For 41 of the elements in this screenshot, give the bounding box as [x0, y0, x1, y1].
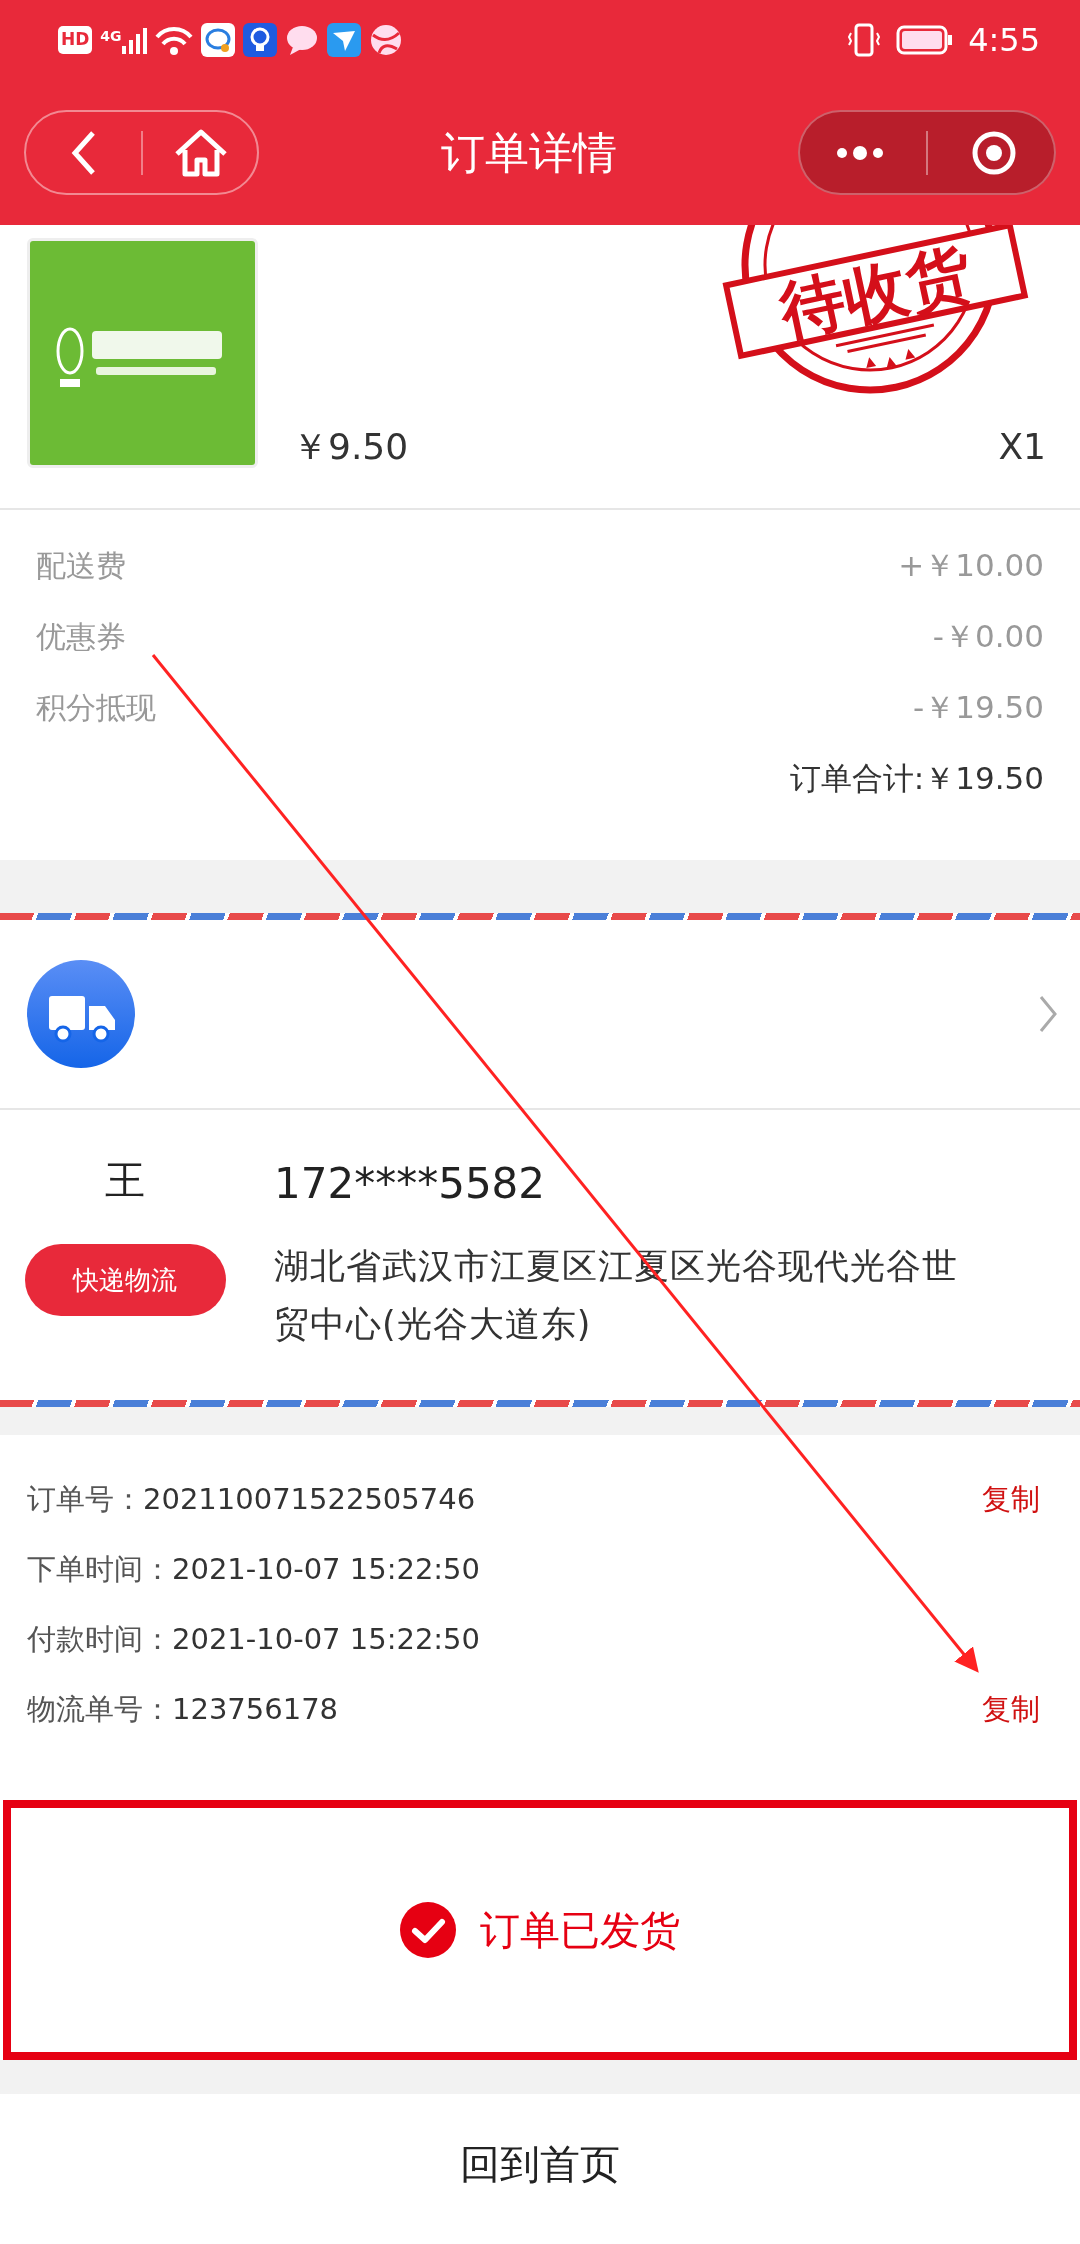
wifi-icon: [154, 25, 193, 55]
network-label: 4G: [100, 27, 122, 46]
fee-label: 优惠券: [36, 618, 126, 656]
clock-time: 4:55: [968, 20, 1040, 61]
vibrate-icon: [848, 23, 881, 57]
info-label: 下单时间：: [27, 1551, 172, 1589]
page-title: 订单详情: [440, 125, 617, 180]
copy-link[interactable]: 复制: [982, 1478, 1040, 1522]
product-quantity: X1: [998, 425, 1046, 469]
info-label: 物流单号：: [27, 1691, 172, 1729]
info-value: 202110071522505746: [143, 1481, 476, 1519]
bulb-icon: [242, 23, 277, 57]
recipient-phone: 172****5582: [274, 1158, 547, 1210]
recipient-name: 王: [105, 1156, 145, 1205]
signal-icon: [121, 26, 147, 54]
info-label: 付款时间：: [27, 1621, 172, 1659]
fee-amount: -￥0.00: [932, 617, 1044, 657]
target-icon: [970, 129, 1017, 176]
fee-amount: -￥19.50: [913, 688, 1044, 728]
more-icon: [836, 144, 885, 161]
fee-amount: +￥10.00: [898, 546, 1044, 586]
info-value: 2021-10-07 15:22:50: [172, 1621, 480, 1659]
info-label: 订单号：: [27, 1481, 143, 1519]
order-total: 订单合计:￥19.50: [789, 759, 1044, 799]
truck-icon: [27, 960, 135, 1068]
fee-label: 积分抵现: [36, 689, 156, 727]
copy-link[interactable]: 复制: [982, 1688, 1040, 1732]
chat-app-icon: [200, 23, 235, 57]
battery-icon: [896, 25, 953, 55]
check-icon: [400, 1902, 456, 1958]
info-value: 2021-10-07 15:22:50: [172, 1551, 480, 1589]
network-badge: HD: [58, 26, 93, 54]
info-value: 123756178: [172, 1691, 339, 1729]
speech-bubble-icon: [284, 23, 319, 57]
status-text: 订单已发货: [480, 1906, 680, 1955]
chevron-right-icon: [1038, 994, 1058, 1034]
fee-label: 配送费: [36, 547, 126, 585]
product-price: ￥9.50: [292, 425, 409, 469]
delivery-type-button[interactable]: 快递物流: [24, 1244, 226, 1316]
globe-icon: [368, 23, 403, 57]
bird-app-icon: [326, 23, 361, 57]
